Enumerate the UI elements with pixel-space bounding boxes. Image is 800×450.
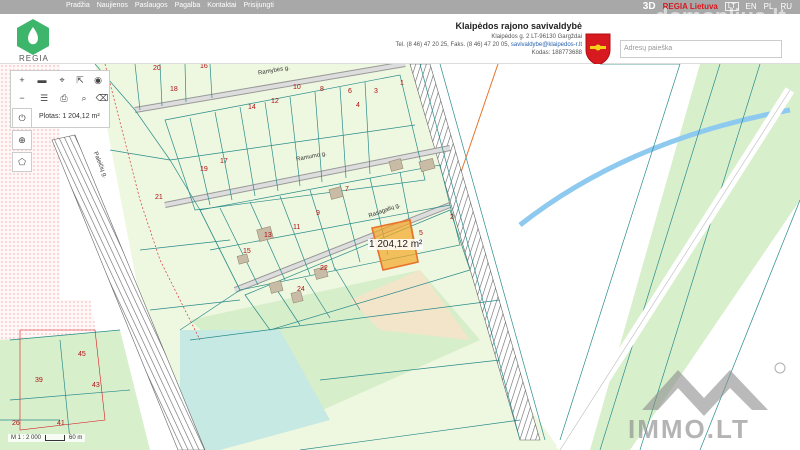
parcel-number: 19 [200, 166, 208, 173]
parcel-number: 2 [450, 214, 454, 221]
trash-icon[interactable]: ⌫ [95, 91, 109, 105]
parcel-number: 10 [293, 84, 301, 91]
municipality-info: Klaipėdos rajono savivaldybė Klaipėdos g… [395, 22, 582, 57]
polygon-icon[interactable]: ⬠ [12, 152, 32, 172]
municipality-name: Klaipėdos rajono savivaldybė [455, 21, 582, 31]
parcel-number: 11 [293, 224, 301, 231]
measure-icon[interactable]: ▬ [35, 73, 49, 87]
menu-item-help[interactable]: Pagalba [175, 2, 201, 9]
parcel-number: 3 [374, 88, 378, 95]
parcel-number: 6 [348, 88, 352, 95]
target-icon[interactable]: ⊕ [12, 130, 32, 150]
parcel-number: 12 [271, 98, 279, 105]
layers-icon[interactable]: ☰ [37, 91, 51, 105]
menu-item-home[interactable]: Pradžia [66, 2, 90, 9]
parcel-number: 17 [220, 158, 228, 165]
scale-bar [45, 435, 66, 441]
parcel-number: 22 [320, 265, 328, 272]
map-scale: M 1 : 2 000 60 m [8, 434, 86, 442]
parcel-number: 13 [264, 232, 272, 239]
parcel-number: 39 [35, 377, 43, 384]
search-zoom-icon[interactable]: ⌕ [77, 91, 91, 105]
export-icon[interactable]: ⇱ [73, 73, 87, 87]
parcel-number: 1 [400, 80, 404, 87]
logo-text: REGIA [19, 54, 49, 63]
domoplius-watermark-text: domoplius.lt [655, 4, 786, 29]
menu-item-login[interactable]: Prisijungti [243, 2, 273, 9]
parcel-number: 7 [345, 186, 349, 193]
power-icon[interactable]: ⏻ [12, 108, 32, 128]
location-pin-icon[interactable]: ⌖ [55, 73, 69, 87]
menu-item-news[interactable]: Naujienos [97, 2, 128, 9]
parcel-number: 21 [155, 194, 163, 201]
view-3d-button[interactable]: 3D [643, 1, 656, 12]
parcel-number: 16 [200, 64, 208, 70]
parcel-number: 20 [153, 65, 161, 72]
parcel-number: 15 [243, 248, 251, 255]
parcel-number: 9 [316, 210, 320, 217]
address-search-input[interactable]: Adresų paieška [620, 40, 782, 58]
zoom-in-button[interactable]: + [15, 73, 29, 87]
area-measurement-label: Plotas: 1 204,12 m² [39, 113, 100, 120]
main-menu: Pradžia Naujienos Paslaugos Pagalba Kont… [66, 2, 274, 9]
zoom-out-button[interactable]: − [15, 91, 29, 105]
scale-distance: 60 m [69, 435, 83, 441]
municipality-address: Klaipėdos g. 2 LT-96130 Gargždai [491, 34, 582, 40]
municipality-phone: Tel. (8 46) 47 20 25, Faks. (8 46) 47 20… [395, 42, 510, 48]
parcel-number: 8 [320, 86, 324, 93]
parcel-number: 41 [57, 420, 65, 427]
side-tools: ⏻ ⊕ ⬠ [12, 108, 32, 172]
selected-area-label: 1 204,12 m² [368, 239, 424, 250]
parcel-number: 14 [248, 104, 256, 111]
scale-ratio: M 1 : 2 000 [11, 435, 42, 441]
municipality-code: Kodas: 188773688 [531, 50, 582, 56]
parcel-number: 24 [297, 286, 305, 293]
parcel-number: 26 [12, 420, 20, 427]
municipality-email[interactable]: savivaldybe@klaipedos-r.lt [511, 42, 582, 48]
immo-watermark-text: IMMO.LT [628, 414, 750, 444]
parcel-number: 18 [170, 86, 178, 93]
parcel-number: 43 [92, 382, 100, 389]
menu-item-services[interactable]: Paslaugos [135, 2, 168, 9]
map-canvas[interactable]: Ramybės g. Ramumo g. Rasagalių g. Paleič… [0, 64, 800, 450]
municipality-crest-icon [585, 33, 611, 66]
parcel-number: 4 [356, 102, 360, 109]
menu-item-contacts[interactable]: Kontaktai [207, 2, 236, 9]
parcel-number: 5 [419, 230, 423, 237]
parcel-number: 45 [78, 351, 86, 358]
print-icon[interactable]: ⎙ [57, 91, 71, 105]
record-icon[interactable]: ◉ [91, 73, 105, 87]
